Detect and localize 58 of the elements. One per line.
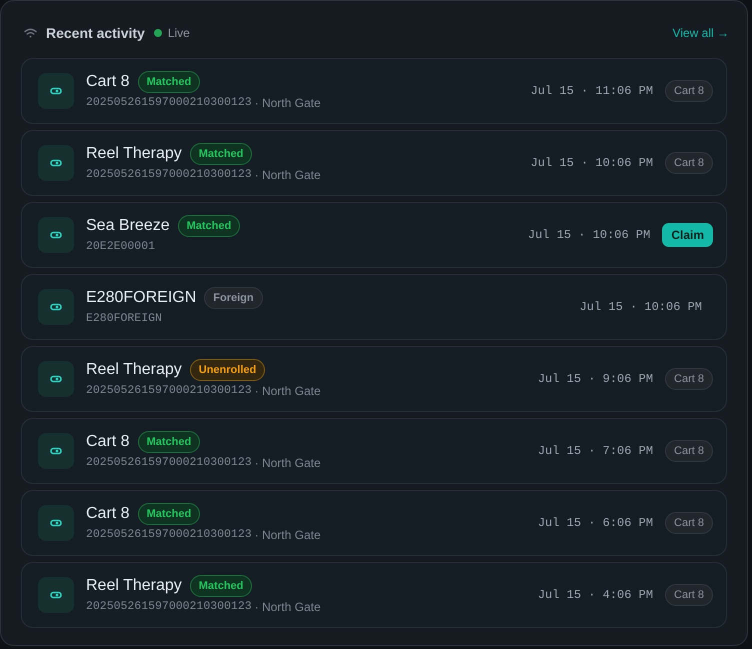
cart-tag: Cart 8 (665, 368, 713, 390)
capsule-icon (38, 433, 74, 469)
item-title: Reel Therapy (86, 144, 182, 164)
capsule-icon (38, 217, 74, 253)
capsule-icon (38, 289, 74, 325)
view-all-link[interactable]: View all → (672, 24, 729, 42)
status-badge: Matched (178, 215, 240, 237)
timestamp: Jul 15 · 10:06 PM (528, 227, 650, 244)
item-title: Cart 8 (86, 504, 130, 524)
status-badge: Foreign (204, 287, 263, 309)
timestamp: Jul 15 · 10:06 PM (530, 155, 654, 172)
timestamp: Jul 15 · 6:06 PM (538, 515, 654, 532)
tag-id-text: 202505261597000210300123 (86, 527, 252, 543)
capsule-icon (38, 505, 74, 541)
timestamp: Jul 15 · 9:06 PM (538, 371, 654, 388)
live-status-dot-icon (154, 29, 162, 37)
capsule-icon (38, 145, 74, 181)
status-badge: Matched (190, 143, 252, 165)
tag-id-text: 202505261597000210300123 (86, 455, 252, 471)
timestamp: Jul 15 · 11:06 PM (530, 83, 654, 100)
capsule-icon (38, 577, 74, 613)
status-badge: Matched (138, 71, 200, 93)
item-title: Cart 8 (86, 432, 130, 452)
tag-id-text: 202505261597000210300123 (86, 383, 252, 399)
section-title: Recent activity (46, 24, 145, 43)
location-text: · North Gate (254, 455, 321, 471)
claim-button[interactable]: Claim (662, 223, 713, 247)
location-text: · North Gate (254, 167, 321, 183)
location-text: · North Gate (254, 527, 321, 543)
tag-id-text: E280FOREIGN (86, 311, 162, 327)
cart-tag: Cart 8 (665, 440, 713, 462)
cart-tag: Cart 8 (665, 152, 713, 174)
timestamp: Jul 15 · 10:06 PM (580, 299, 702, 316)
timestamp: Jul 15 · 7:06 PM (538, 443, 654, 460)
tag-id-text: 202505261597000210300123 (86, 167, 252, 183)
item-title: E280FOREIGN (86, 288, 196, 308)
status-badge: Matched (138, 431, 200, 453)
cart-tag: Cart 8 (665, 512, 713, 534)
item-title: Reel Therapy (86, 360, 182, 380)
status-badge: Unenrolled (190, 359, 266, 381)
item-title: Cart 8 (86, 72, 130, 92)
timestamp: Jul 15 · 4:06 PM (538, 587, 654, 604)
cart-tag: Cart 8 (665, 584, 713, 606)
tag-id-text: 202505261597000210300123 (86, 95, 252, 111)
capsule-icon (38, 361, 74, 397)
location-text: · North Gate (254, 383, 321, 399)
capsule-icon (38, 73, 74, 109)
tag-id-text: 20E2E00001 (86, 239, 156, 255)
status-badge: Matched (190, 575, 252, 597)
cart-tag: Cart 8 (665, 80, 713, 102)
live-label: Live (168, 25, 190, 42)
location-text: · North Gate (254, 95, 321, 111)
wifi-icon (24, 28, 37, 38)
item-title: Reel Therapy (86, 576, 182, 596)
item-title: Sea Breeze (86, 216, 170, 236)
tag-id-text: 202505261597000210300123 (86, 599, 252, 615)
location-text: · North Gate (254, 599, 321, 615)
status-badge: Matched (138, 503, 200, 525)
